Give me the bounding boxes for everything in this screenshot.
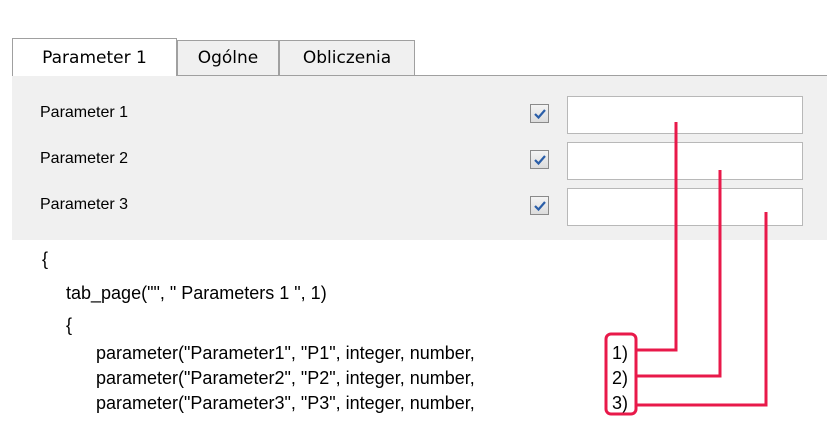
checkmark-icon	[533, 108, 546, 119]
parameter-1-checkbox[interactable]	[530, 104, 549, 123]
code-line: parameter("Parameter3", "P3", integer, n…	[96, 393, 475, 413]
parameter-1-input[interactable]	[567, 96, 803, 134]
checkmark-icon	[533, 200, 546, 211]
tab-parameter-1[interactable]: Parameter 1	[12, 38, 177, 76]
code-index: 1)	[612, 343, 629, 363]
parameter-2-input[interactable]	[567, 142, 803, 180]
parameter-2-label: Parameter 2	[40, 150, 129, 167]
code-line: {	[66, 315, 73, 335]
tab-strip: Parameter 1 Ogólne Obliczenia	[0, 0, 827, 76]
annotation-connector-3	[636, 212, 768, 407]
parameter-2-checkbox[interactable]	[530, 150, 549, 169]
code-line: parameter("Parameter1", "P1", integer, n…	[96, 343, 475, 363]
code-index: 2)	[612, 368, 629, 388]
tab-ogolne[interactable]: Ogólne	[177, 40, 279, 75]
code-line: {	[42, 249, 49, 269]
parameter-3-label: Parameter 3	[40, 196, 129, 213]
code-line: parameter("Parameter2", "P2", integer, n…	[96, 368, 475, 388]
code-index: 3)	[612, 393, 629, 413]
parameter-3-checkbox[interactable]	[530, 196, 549, 215]
code-line: tab_page("", " Parameters 1 ", 1)	[66, 283, 327, 303]
parameter-1-label: Parameter 1	[40, 104, 129, 121]
parameter-3-input[interactable]	[567, 188, 803, 226]
tab-obliczenia[interactable]: Obliczenia	[279, 40, 415, 75]
checkmark-icon	[533, 154, 546, 165]
